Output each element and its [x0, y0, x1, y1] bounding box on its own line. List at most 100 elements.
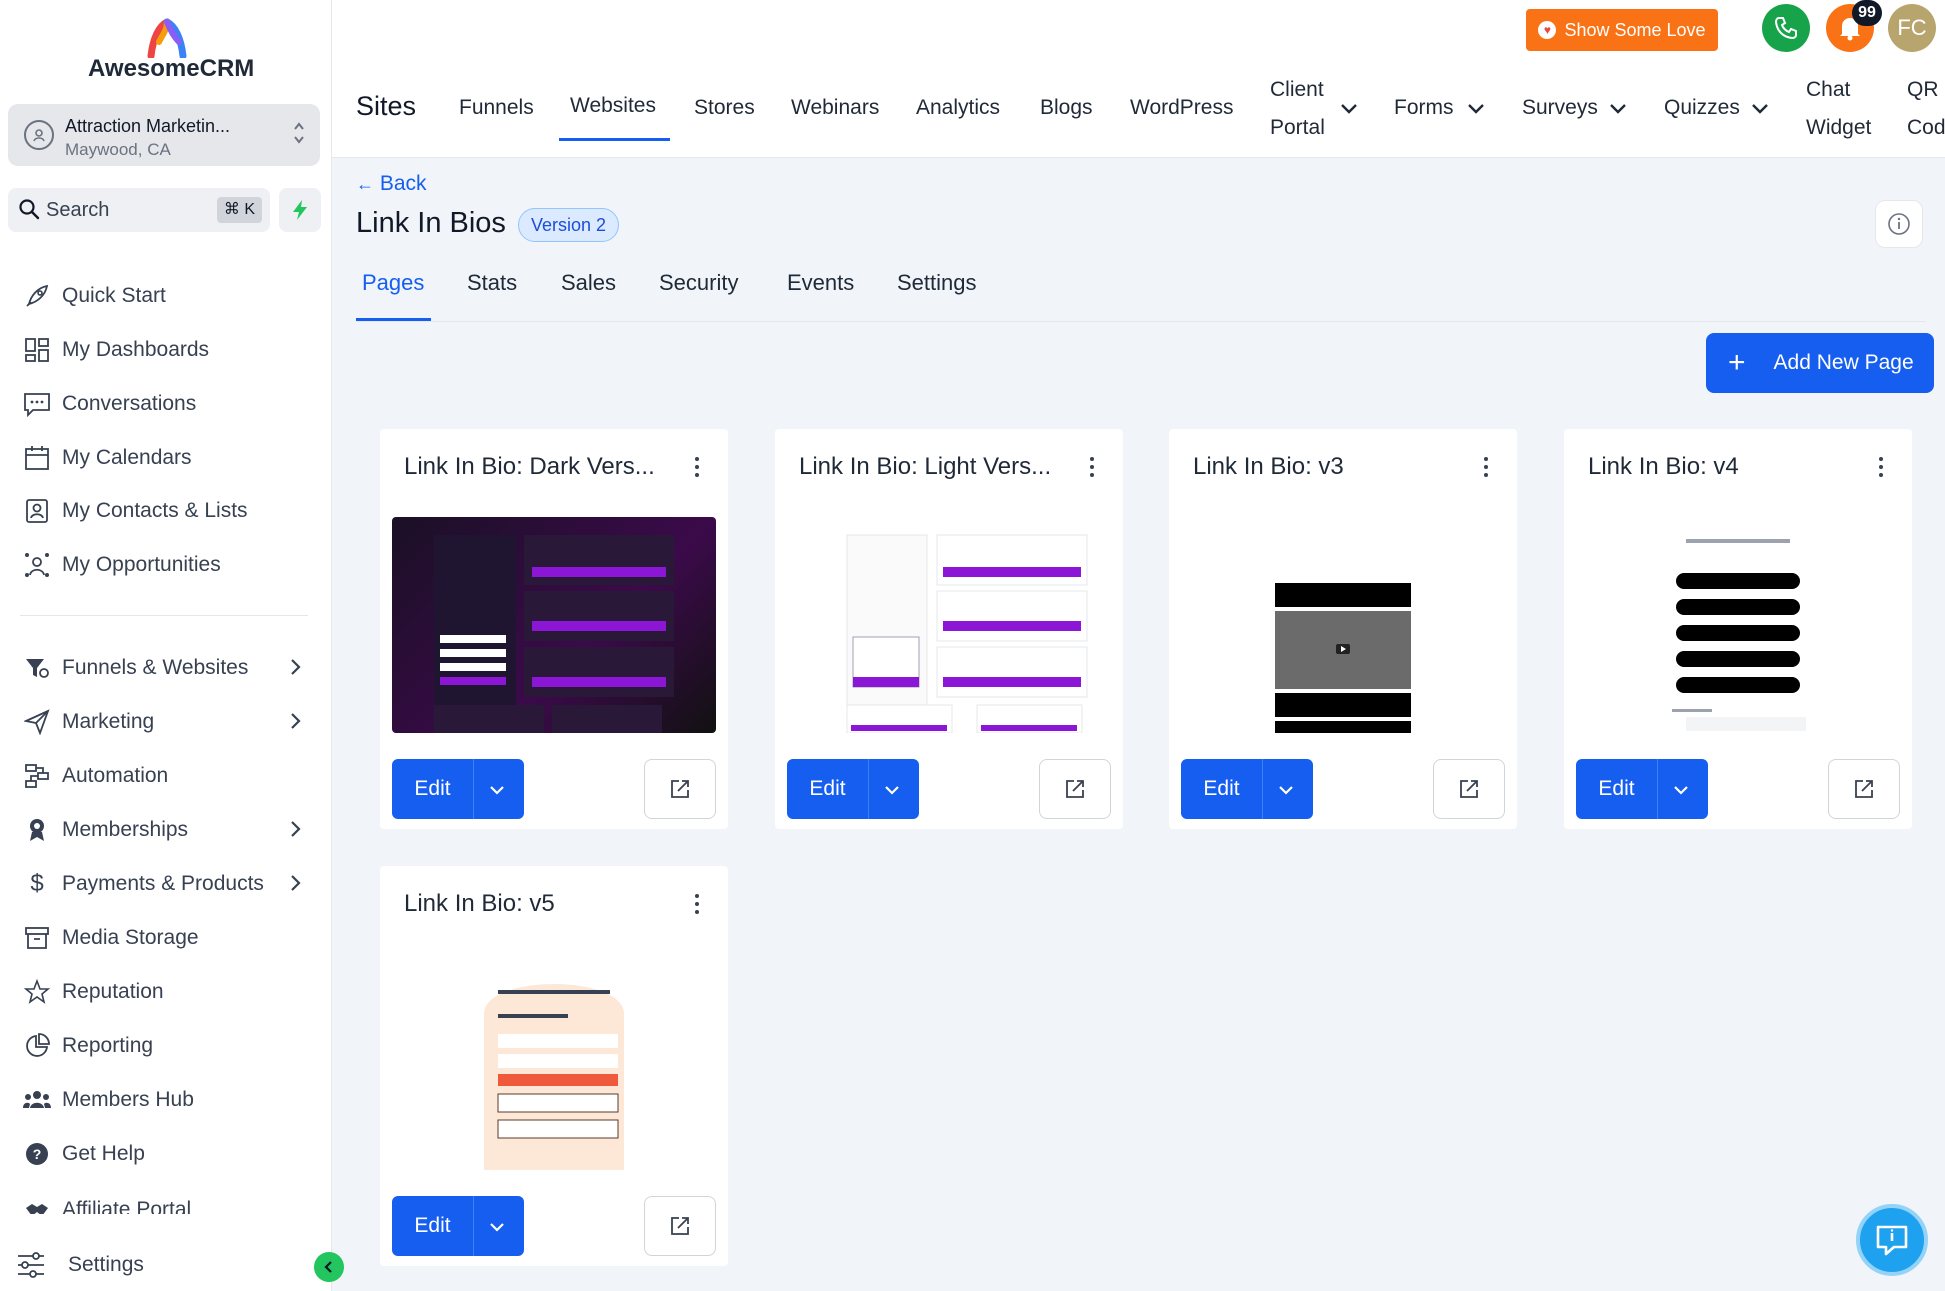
nav-forms[interactable]: Forms [1394, 96, 1454, 120]
page-card-v3: Link In Bio: v3 Edit [1169, 429, 1517, 829]
svg-text:?: ? [33, 1146, 42, 1162]
open-external-button[interactable] [1828, 759, 1900, 819]
contacts-icon [20, 494, 54, 528]
nav-blogs[interactable]: Blogs [1040, 96, 1093, 120]
support-chat-button[interactable] [1856, 1204, 1928, 1276]
sidebar-item-label: Conversations [62, 392, 197, 415]
nav-wordpress[interactable]: WordPress [1130, 96, 1233, 120]
more-vertical-icon[interactable] [1481, 455, 1491, 479]
more-vertical-icon[interactable] [692, 455, 702, 479]
more-vertical-icon[interactable] [1087, 455, 1097, 479]
quick-action-button[interactable] [279, 188, 321, 232]
search-bar[interactable]: Search ⌘ K [8, 188, 270, 232]
nav-chat-widget[interactable]: Chat Widget [1806, 71, 1871, 147]
handshake-icon [20, 1194, 54, 1214]
sidebar-item-memberships[interactable]: Memberships [20, 810, 320, 850]
open-external-button[interactable] [1433, 759, 1505, 819]
sidebar-item-label: My Dashboards [62, 338, 210, 361]
sidebar-item-payments-products[interactable]: $ Payments & Products [20, 864, 320, 904]
info-button[interactable] [1875, 200, 1923, 248]
sidebar-item-settings[interactable]: Settings [14, 1245, 144, 1285]
tab-sales[interactable]: Sales [561, 270, 616, 296]
sidebar-item-quick-start[interactable]: Quick Start [20, 276, 320, 316]
edit-button[interactable]: Edit [1576, 759, 1658, 819]
chevron-right-icon [291, 659, 301, 675]
nav-surveys[interactable]: Surveys [1522, 96, 1598, 120]
page-thumbnail[interactable] [1576, 517, 1900, 733]
lightning-bolt-icon [293, 200, 307, 220]
sidebar-item-my-calendars[interactable]: My Calendars [20, 438, 320, 478]
edit-button[interactable]: Edit [787, 759, 869, 819]
edit-button-group[interactable]: Edit [1181, 759, 1313, 819]
nav-qr-codes[interactable]: QR Cod [1907, 71, 1945, 147]
tab-security[interactable]: Security [659, 270, 738, 296]
sidebar-item-label: Get Help [62, 1142, 145, 1165]
page-thumbnail[interactable] [392, 517, 716, 733]
sidebar-item-conversations[interactable]: Conversations [20, 384, 320, 424]
sidebar-item-label: Automation [62, 764, 169, 787]
chevron-down-icon[interactable] [1275, 779, 1297, 801]
sidebar-item-funnels-websites[interactable]: Funnels & Websites [20, 648, 320, 688]
page-thumbnail[interactable] [392, 954, 716, 1170]
sidebar-item-my-opportunities[interactable]: My Opportunities [20, 545, 320, 585]
brand-logo[interactable]: AwesomeCRM [70, 18, 270, 88]
show-some-love-button[interactable]: ♥ Show Some Love [1526, 9, 1718, 51]
open-external-button[interactable] [644, 1196, 716, 1256]
sidebar-divider [20, 615, 308, 616]
chevron-down-icon[interactable] [486, 1216, 508, 1238]
nav-websites[interactable]: Websites [570, 94, 656, 118]
chevron-down-icon[interactable] [1670, 779, 1692, 801]
sidebar-item-label: Members Hub [62, 1088, 194, 1111]
edit-button-group[interactable]: Edit [787, 759, 919, 819]
tab-settings[interactable]: Settings [897, 270, 977, 296]
page-thumbnail[interactable] [787, 517, 1111, 733]
chevron-down-icon[interactable] [1608, 98, 1628, 118]
sidebar-item-members-hub[interactable]: Members Hub [20, 1080, 320, 1120]
edit-button[interactable]: Edit [392, 759, 474, 819]
edit-button-group[interactable]: Edit [1576, 759, 1708, 819]
edit-button[interactable]: Edit [1181, 759, 1263, 819]
chevron-down-icon[interactable] [1466, 98, 1486, 118]
sidebar-item-reputation[interactable]: Reputation [20, 972, 320, 1012]
sidebar-item-reporting[interactable]: Reporting [20, 1026, 320, 1066]
edit-button[interactable]: Edit [392, 1196, 474, 1256]
chevron-down-icon[interactable] [1339, 98, 1359, 118]
tab-pages[interactable]: Pages [362, 270, 424, 296]
nav-quizzes[interactable]: Quizzes [1664, 96, 1740, 120]
more-vertical-icon[interactable] [1876, 455, 1886, 479]
nav-analytics[interactable]: Analytics [916, 96, 1000, 120]
account-switcher[interactable]: Attraction Marketin... Maywood, CA [8, 104, 320, 166]
location-pin-icon [24, 120, 54, 150]
edit-button-group[interactable]: Edit [392, 1196, 524, 1256]
page-thumbnail[interactable] [1181, 517, 1505, 733]
section-title: Sites [356, 91, 417, 121]
sidebar-item-get-help[interactable]: ? Get Help [20, 1134, 320, 1174]
nav-stores[interactable]: Stores [694, 96, 755, 120]
sidebar-item-label: Payments & Products [62, 872, 264, 895]
user-avatar[interactable]: FC [1888, 4, 1936, 52]
tab-stats[interactable]: Stats [467, 270, 517, 296]
more-vertical-icon[interactable] [692, 892, 702, 916]
tab-events[interactable]: Events [787, 270, 854, 296]
nav-client-portal[interactable]: Client Portal [1270, 71, 1325, 147]
chevron-down-icon[interactable] [486, 779, 508, 801]
nav-webinars[interactable]: Webinars [791, 96, 879, 120]
chevron-down-icon[interactable] [1750, 98, 1770, 118]
add-new-page-button[interactable]: + Add New Page [1706, 333, 1934, 393]
nav-funnels[interactable]: Funnels [459, 96, 534, 120]
sidebar-item-affiliate-portal[interactable]: Affiliate Portal [20, 1188, 320, 1214]
edit-button-group[interactable]: Edit [392, 759, 524, 819]
sidebar-item-marketing[interactable]: Marketing [20, 702, 320, 742]
sidebar-item-automation[interactable]: Automation [20, 756, 320, 796]
sidebar-item-my-dashboards[interactable]: My Dashboards [20, 330, 320, 370]
sidebar-item-my-contacts-lists[interactable]: My Contacts & Lists [20, 491, 320, 531]
phone-button[interactable] [1762, 4, 1810, 52]
open-external-button[interactable] [1039, 759, 1111, 819]
collapse-sidebar-button[interactable] [314, 1252, 344, 1282]
open-external-button[interactable] [644, 759, 716, 819]
brand-mark-icon [147, 18, 187, 58]
sidebar-item-media-storage[interactable]: Media Storage [20, 918, 320, 958]
back-link[interactable]: ← Back [356, 172, 427, 196]
chevron-down-icon[interactable] [881, 779, 903, 801]
nav-chat-widget-line1: Chat [1806, 78, 1851, 101]
